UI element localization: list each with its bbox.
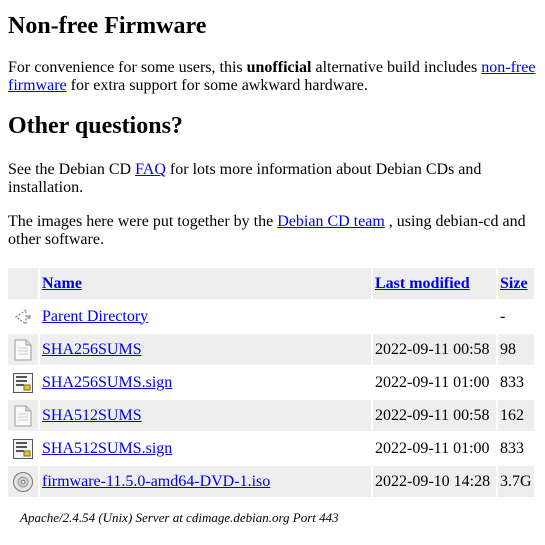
last-modified-cell: 2022-09-11 00:58 [373, 400, 496, 431]
back-icon [14, 308, 32, 325]
table-row: firmware-11.5.0-amd64-DVD-1.iso 2022-09-… [8, 466, 534, 497]
file-icon-cell [8, 301, 38, 332]
last-modified-cell: 2022-09-10 14:28 [373, 466, 496, 497]
icon-column-header [8, 268, 38, 299]
file-size-cell: - [498, 301, 534, 332]
table-row: SHA256SUMS 2022-09-11 00:58 98 [8, 334, 534, 365]
file-link[interactable]: firmware-11.5.0-amd64-DVD-1.iso [42, 473, 270, 490]
sort-by-size-link[interactable]: Size [500, 275, 528, 292]
table-row: SHA256SUMS.sign 2022-09-11 01:00 833 [8, 367, 534, 398]
file-name-cell: Parent Directory [40, 301, 371, 332]
file-size-cell: 3.7G [498, 466, 534, 497]
file-icon-cell [8, 400, 38, 431]
last-modified-cell: 2022-09-11 01:00 [373, 433, 496, 464]
file-size-cell: 833 [498, 433, 534, 464]
firmware-text-1: For convenience for some users, this [8, 59, 247, 76]
disc-image-icon [13, 471, 33, 492]
text-file-icon [14, 405, 32, 426]
file-link[interactable]: SHA512SUMS.sign [42, 440, 172, 457]
file-icon-cell [8, 367, 38, 398]
last-modified-cell: 2022-09-11 00:58 [373, 334, 496, 365]
file-size-cell: 162 [498, 400, 534, 431]
server-signature: Apache/2.4.54 (Unix) Server at cdimage.d… [20, 510, 339, 525]
sort-by-modified-link[interactable]: Last modified [375, 275, 470, 292]
questions-heading: Other questions? [8, 113, 183, 139]
signature-file-icon [13, 438, 33, 459]
faq-text-1: See the Debian CD [8, 161, 136, 178]
file-icon-cell [8, 466, 38, 497]
file-name-cell: SHA256SUMS.sign [40, 367, 371, 398]
file-size-cell: 98 [498, 334, 534, 365]
file-icon-cell [8, 433, 38, 464]
team-text-1: The images here were put together by the [8, 213, 278, 230]
firmware-text-2: alternative build includes [311, 59, 482, 76]
file-listing-table: Name Last modified Size Parent Directory… [6, 266, 536, 499]
name-column-header: Name [40, 268, 371, 299]
firmware-heading: Non-free Firmware [8, 13, 207, 39]
firmware-text-3: for extra support for some awkward hardw… [66, 77, 368, 94]
file-link[interactable]: SHA256SUMS [42, 341, 142, 358]
last-modified-cell [373, 301, 496, 332]
file-size-cell: 833 [498, 367, 534, 398]
team-paragraph: The images here were put together by the… [8, 213, 537, 249]
table-row: SHA512SUMS.sign 2022-09-11 01:00 833 [8, 433, 534, 464]
unofficial-emphasis: unofficial [246, 59, 312, 76]
table-header-row: Name Last modified Size [8, 268, 534, 299]
faq-paragraph: See the Debian CD FAQ for lots more info… [8, 161, 537, 197]
file-link[interactable]: SHA512SUMS [42, 407, 142, 424]
file-listing-body: Parent Directory - SHA256SUMS 2022-09-11… [8, 301, 534, 497]
debian-cd-team-link[interactable]: Debian CD team [277, 213, 385, 230]
last-modified-cell: 2022-09-11 01:00 [373, 367, 496, 398]
sort-by-name-link[interactable]: Name [42, 275, 82, 292]
file-link[interactable]: Parent Directory [42, 308, 148, 325]
file-name-cell: firmware-11.5.0-amd64-DVD-1.iso [40, 466, 371, 497]
directory-index-page: Non-free Firmware For convenience for so… [0, 0, 545, 526]
text-file-icon [14, 339, 32, 360]
table-row: Parent Directory - [8, 301, 534, 332]
table-row: SHA512SUMS 2022-09-11 00:58 162 [8, 400, 534, 431]
modified-column-header: Last modified [373, 268, 496, 299]
file-link[interactable]: SHA256SUMS.sign [42, 374, 172, 391]
file-name-cell: SHA512SUMS.sign [40, 433, 371, 464]
file-name-cell: SHA256SUMS [40, 334, 371, 365]
signature-file-icon [13, 372, 33, 393]
size-column-header: Size [498, 268, 534, 299]
file-name-cell: SHA512SUMS [40, 400, 371, 431]
firmware-paragraph: For convenience for some users, this uno… [8, 59, 537, 95]
file-icon-cell [8, 334, 38, 365]
faq-link[interactable]: FAQ [135, 161, 166, 178]
